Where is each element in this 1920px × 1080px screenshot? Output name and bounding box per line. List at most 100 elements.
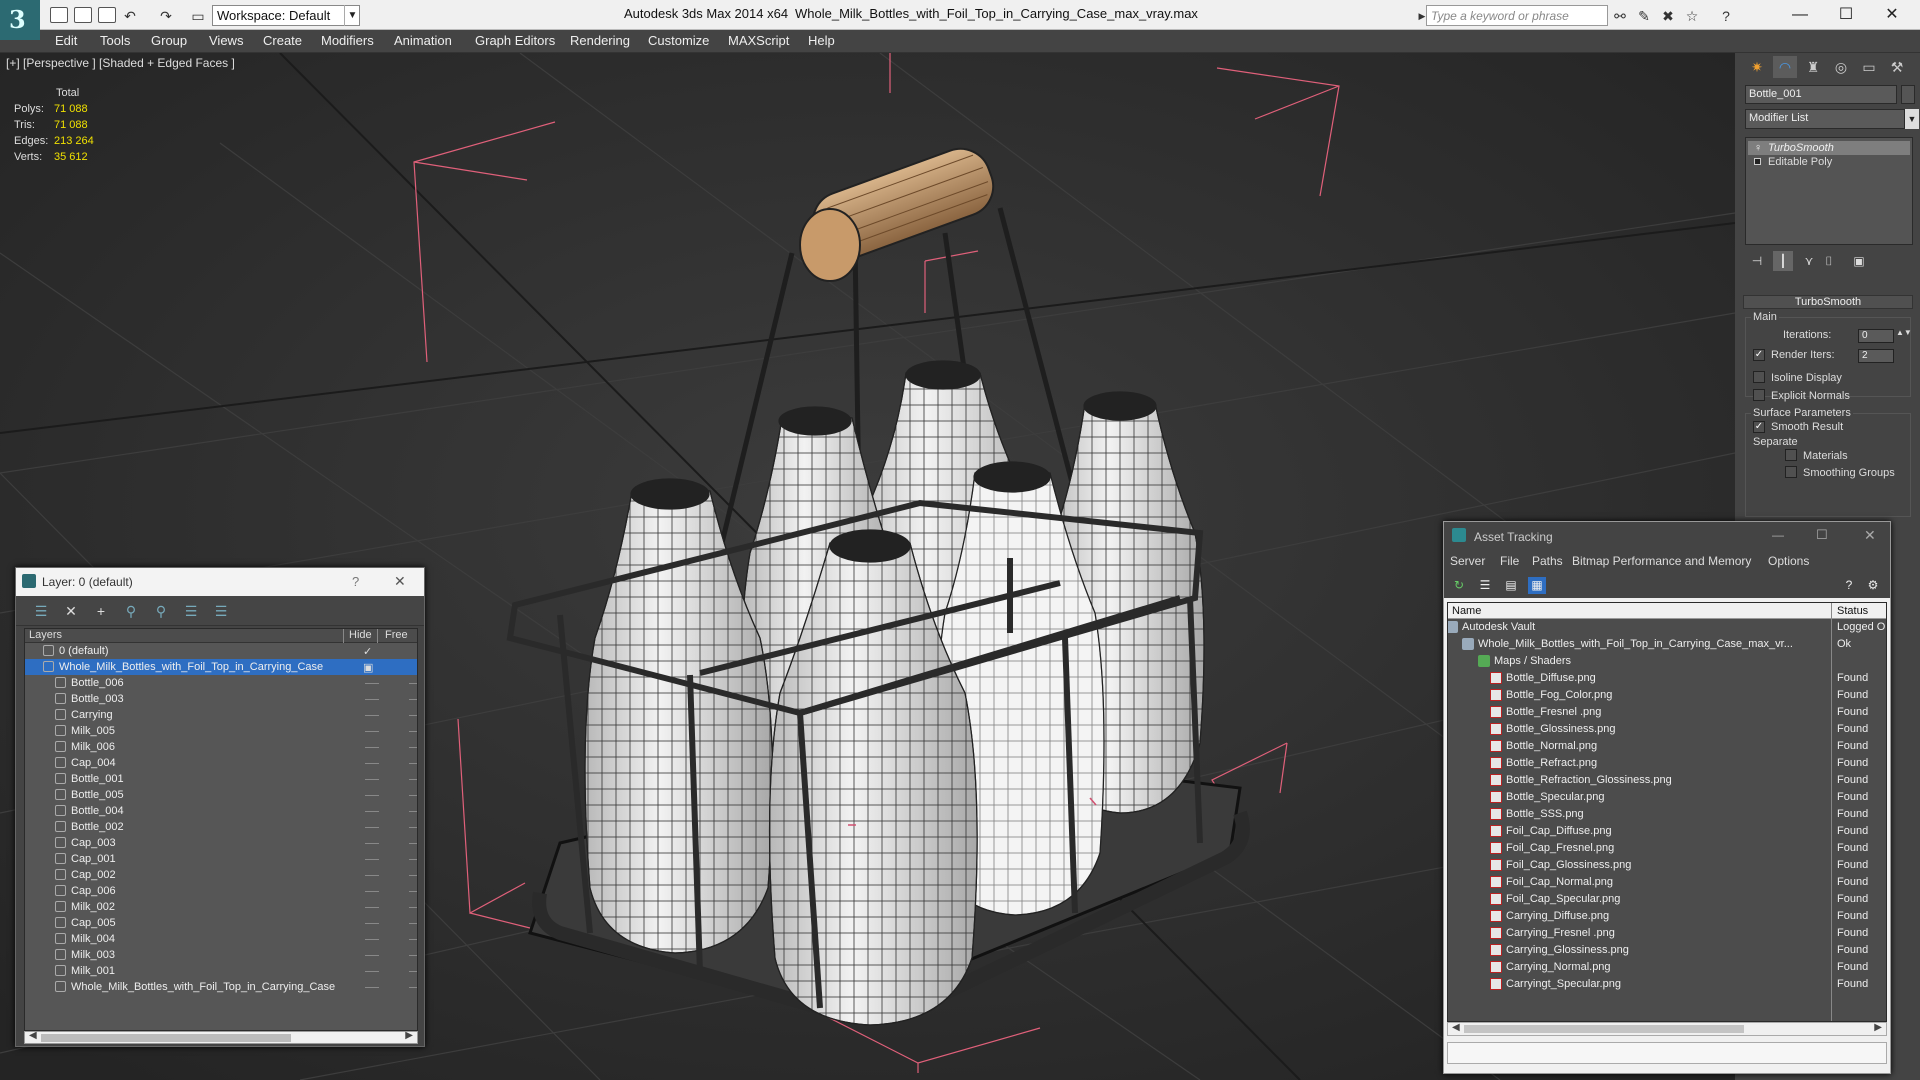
hide-toggle[interactable] [365, 811, 379, 812]
render-iters-spinner[interactable]: 2 [1858, 349, 1894, 363]
asset-row[interactable]: Carrying_Glossiness.png Found [1448, 942, 1886, 959]
asset-row[interactable]: Foil_Cap_Specular.png Found [1448, 891, 1886, 908]
hide-toggle[interactable] [365, 683, 379, 684]
freeze-toggle[interactable] [409, 699, 417, 700]
freeze-toggle[interactable] [409, 939, 417, 940]
add-selection-icon[interactable]: + [92, 603, 110, 619]
help-icon[interactable]: ? [1718, 8, 1734, 24]
menu-edit[interactable]: Edit [55, 33, 77, 48]
show-end-result-icon[interactable]: ┃ [1773, 251, 1793, 271]
hide-toggle[interactable] [365, 907, 379, 908]
turbosmooth-rollout-header[interactable]: TurboSmooth [1743, 295, 1913, 309]
freeze-toggle[interactable] [409, 987, 417, 988]
workspace-dropdown[interactable]: Workspace: Default [212, 5, 360, 26]
asset-row[interactable]: Foil_Cap_Normal.png Found [1448, 874, 1886, 891]
menu-customize[interactable]: Customize [648, 33, 709, 48]
asset-row[interactable]: Carrying_Normal.png Found [1448, 959, 1886, 976]
explicit-normals-checkbox[interactable] [1753, 389, 1765, 401]
asset-row[interactable]: Bottle_Refract.png Found [1448, 755, 1886, 772]
layer-object-row[interactable]: Whole_Milk_Bottles_with_Foil_Top_in_Carr… [25, 979, 417, 995]
table-view-icon[interactable]: ▦ [1528, 577, 1546, 594]
menu-group[interactable]: Group [151, 33, 187, 48]
menu-views[interactable]: Views [209, 33, 243, 48]
asset-row[interactable]: Bottle_Fresnel .png Found [1448, 704, 1886, 721]
hide-all-layers-icon[interactable]: ☰ [182, 603, 200, 619]
binoculars-icon[interactable]: ⚯ [1612, 8, 1628, 24]
col-layers[interactable]: Layers [29, 629, 62, 642]
menu-rendering[interactable]: Rendering [570, 33, 630, 48]
layer-row[interactable]: 0 (default) ✓ [25, 643, 417, 659]
freeze-toggle[interactable] [409, 843, 417, 844]
lightbulb-icon[interactable]: ♀ [1754, 141, 1762, 155]
isoline-display-checkbox[interactable] [1753, 371, 1765, 383]
active-layer-check-icon[interactable]: ✓ [363, 644, 372, 660]
asset-tracking-titlebar[interactable]: Asset Tracking — ☐ ✕ [1444, 522, 1890, 550]
create-layer-icon[interactable]: ☰ [32, 603, 50, 619]
iterations-spinner[interactable]: 0 [1858, 329, 1894, 343]
layer-object-row[interactable]: Cap_001 [25, 851, 417, 867]
freeze-toggle[interactable] [409, 875, 417, 876]
modify-tab-icon[interactable]: ◠ [1773, 56, 1797, 78]
chevron-down-icon[interactable]: ▼ [344, 5, 360, 26]
layer-object-row[interactable]: Cap_004 [25, 755, 417, 771]
layer-object-row[interactable]: Cap_003 [25, 835, 417, 851]
spinner-arrows-icon[interactable]: ▲▼ [1896, 328, 1912, 337]
layer-object-row[interactable]: Carrying [25, 707, 417, 723]
app-logo-icon[interactable]: 3 [0, 0, 40, 40]
hide-toggle[interactable] [365, 971, 379, 972]
menu-maxscript[interactable]: MAXScript [728, 33, 789, 48]
layer-list-scrollbar[interactable]: ◀ ▶ [24, 1030, 418, 1044]
asset-row[interactable]: Carrying_Diffuse.png Found [1448, 908, 1886, 925]
menu-help[interactable]: Help [808, 33, 835, 48]
menu-tools[interactable]: Tools [100, 33, 130, 48]
asset-table-scrollbar[interactable]: ◀ ▶ [1447, 1022, 1887, 1036]
hide-toggle[interactable] [365, 875, 379, 876]
stack-item-turbosmooth[interactable]: ♀ TurboSmooth [1748, 141, 1910, 155]
utilities-tab-icon[interactable]: ⚒ [1885, 56, 1909, 78]
asset-table[interactable]: Name Status Autodesk Vault Logged O Whole_… [1447, 602, 1887, 1022]
hide-toggle[interactable] [365, 955, 379, 956]
remove-modifier-icon[interactable]: ⌷ [1819, 251, 1839, 271]
layer-object-row[interactable]: Milk_003 [25, 947, 417, 963]
asset-row[interactable]: Bottle_Fog_Color.png Found [1448, 687, 1886, 704]
hide-toggle[interactable] [365, 923, 379, 924]
freeze-toggle[interactable] [409, 715, 417, 716]
menu-animation[interactable]: Animation [394, 33, 452, 48]
configure-sets-icon[interactable]: ▣ [1849, 251, 1869, 271]
hide-toggle[interactable] [365, 843, 379, 844]
object-color-swatch[interactable] [1901, 85, 1915, 104]
freeze-toggle[interactable] [409, 747, 417, 748]
asset-row[interactable]: Carryingt_Specular.png Found [1448, 976, 1886, 993]
hide-toggle[interactable] [365, 779, 379, 780]
expand-icon[interactable] [1754, 158, 1761, 165]
undo-icon[interactable]: ↶ [122, 8, 138, 24]
save-file-icon[interactable] [98, 7, 116, 23]
communication-icon[interactable]: ✖ [1660, 8, 1676, 24]
smooth-result-checkbox[interactable]: ✓ [1753, 421, 1765, 433]
freeze-toggle[interactable] [409, 811, 417, 812]
asset-row[interactable]: Bottle_Diffuse.png Found [1448, 670, 1886, 687]
col-name[interactable]: Name [1452, 603, 1481, 619]
layer-object-row[interactable]: Milk_002 [25, 899, 417, 915]
col-hide[interactable]: Hide [349, 629, 372, 642]
freeze-toggle[interactable] [409, 827, 417, 828]
highlight-layer-icon[interactable]: ⚲ [152, 603, 170, 619]
asset-row[interactable]: Carrying_Fresnel .png Found [1448, 925, 1886, 942]
hide-toggle[interactable] [365, 987, 379, 988]
hide-toggle[interactable] [365, 747, 379, 748]
freeze-toggle[interactable] [409, 795, 417, 796]
modifier-list-dropdown[interactable]: Modifier List [1745, 109, 1905, 129]
subscription-icon[interactable]: ✎ [1636, 8, 1652, 24]
chevron-down-icon[interactable]: ▼ [1905, 109, 1919, 129]
freeze-toggle[interactable] [409, 859, 417, 860]
asset-row[interactable]: Bottle_Refraction_Glossiness.png Found [1448, 772, 1886, 789]
layer-list[interactable]: Layers Hide Free 0 (default) ✓ Whole_Milk_… [24, 628, 418, 1031]
layer-object-row[interactable]: Cap_006 [25, 883, 417, 899]
hide-toggle[interactable] [365, 827, 379, 828]
freeze-toggle[interactable] [409, 891, 417, 892]
layer-object-row[interactable]: Milk_005 [25, 723, 417, 739]
asset-row[interactable]: Autodesk Vault Logged O [1448, 619, 1886, 636]
layer-object-row[interactable]: Bottle_003 [25, 691, 417, 707]
close-button[interactable]: ✕ [1872, 3, 1912, 27]
modifier-stack[interactable]: ♀ TurboSmooth Editable Poly [1745, 137, 1913, 245]
